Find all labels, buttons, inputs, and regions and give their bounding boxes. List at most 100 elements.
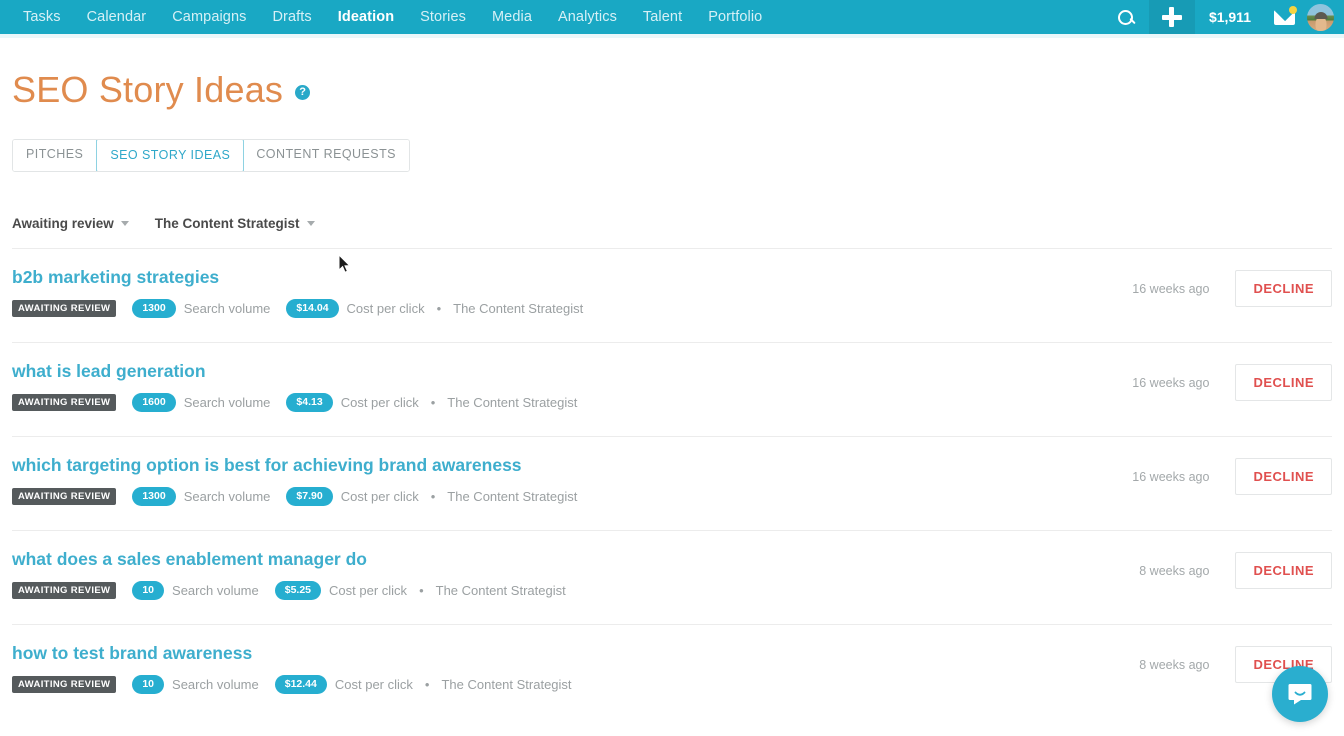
decline-button[interactable]: DECLINE	[1235, 270, 1332, 308]
row-main: which targeting option is best for achie…	[12, 455, 1132, 506]
status-badge: AWAITING REVIEW	[12, 299, 117, 318]
notification-dot-icon	[1289, 6, 1297, 14]
row-actions: 16 weeks ago DECLINE	[1132, 455, 1332, 496]
chat-launcher-button[interactable]	[1272, 666, 1328, 722]
cost-per-click-pill: $4.13	[286, 393, 333, 412]
nav-right-cluster: $1,911	[1103, 0, 1344, 34]
story-idea-title-link[interactable]: what does a sales enablement manager do	[12, 549, 367, 570]
tab-seo-story-ideas[interactable]: SEO STORY IDEAS	[96, 140, 245, 172]
plus-icon	[1161, 7, 1182, 27]
filter-bar: Awaiting review The Content Strategist	[12, 216, 1332, 231]
primary-nav-links: Tasks Calendar Campaigns Drafts Ideation Stor…	[10, 0, 775, 34]
search-volume-pill: 1600	[132, 393, 176, 412]
publication-label: The Content Strategist	[453, 301, 584, 317]
row-main: what is lead generation AWAITING REVIEW 16…	[12, 361, 1132, 412]
status-badge: AWAITING REVIEW	[12, 487, 117, 506]
story-ideas-list: b2b marketing strategies AWAITING REVIEW 1…	[12, 248, 1332, 718]
status-badge: AWAITING REVIEW	[12, 675, 117, 694]
status-badge: AWAITING REVIEW	[12, 393, 117, 412]
search-volume-label: Search volume	[172, 677, 259, 693]
page-title: SEO Story Ideas	[12, 69, 284, 110]
publication-label: The Content Strategist	[447, 395, 578, 411]
story-idea-row: how to test brand awareness AWAITING REVI…	[12, 624, 1332, 718]
story-idea-row: which targeting option is best for achie…	[12, 436, 1332, 530]
meta-separator: •	[430, 395, 436, 411]
tab-group: PITCHES SEO STORY IDEAS CONTENT REQUESTS	[12, 139, 410, 173]
cost-per-click-pill: $7.90	[286, 487, 333, 506]
search-icon	[1118, 9, 1134, 25]
cost-per-click-label: Cost per click	[334, 677, 413, 693]
row-timestamp: 16 weeks ago	[1132, 375, 1210, 390]
nav-link-stories[interactable]: Stories	[407, 0, 479, 34]
row-meta: AWAITING REVIEW 1300 Search volume $7.90 Cos…	[12, 487, 1132, 506]
search-volume-label: Search volume	[183, 395, 271, 411]
search-volume-pill: 10	[132, 675, 165, 694]
cost-per-click-label: Cost per click	[340, 395, 419, 411]
tab-pitches[interactable]: PITCHES	[13, 140, 98, 172]
publication-label: The Content Strategist	[435, 583, 566, 599]
nav-link-calendar[interactable]: Calendar	[74, 0, 160, 34]
cost-per-click-pill: $14.04	[286, 299, 339, 318]
meta-separator: •	[424, 677, 430, 693]
row-actions: 16 weeks ago DECLINE	[1132, 267, 1332, 308]
filter-label: The Content Strategist	[154, 216, 300, 232]
nav-link-tasks[interactable]: Tasks	[10, 0, 74, 34]
nav-link-media[interactable]: Media	[479, 0, 545, 34]
page-title-row: SEO Story Ideas ?	[12, 38, 1332, 110]
help-icon[interactable]: ?	[295, 85, 311, 101]
story-idea-title-link[interactable]: which targeting option is best for achie…	[12, 455, 522, 476]
meta-separator: •	[430, 489, 436, 505]
cost-per-click-label: Cost per click	[346, 301, 425, 317]
nav-link-campaigns[interactable]: Campaigns	[159, 0, 259, 34]
decline-button[interactable]: DECLINE	[1235, 552, 1332, 590]
nav-link-talent[interactable]: Talent	[630, 0, 695, 34]
cost-per-click-pill: $12.44	[274, 675, 327, 694]
row-meta: AWAITING REVIEW 10 Search volume $12.44 Cost…	[12, 675, 1139, 694]
story-idea-title-link[interactable]: b2b marketing strategies	[12, 267, 219, 288]
story-idea-title-link[interactable]: what is lead generation	[12, 361, 206, 382]
story-idea-row: what does a sales enablement manager do A…	[12, 530, 1332, 624]
row-actions: 8 weeks ago DECLINE	[1139, 549, 1332, 590]
row-meta: AWAITING REVIEW 10 Search volume $5.25 Cost …	[12, 581, 1139, 600]
filter-dropdown-1[interactable]: Awaiting review	[12, 216, 129, 231]
row-main: b2b marketing strategies AWAITING REVIEW 1…	[12, 267, 1132, 318]
cost-per-click-pill: $5.25	[274, 581, 322, 600]
decline-button[interactable]: DECLINE	[1235, 364, 1332, 402]
chevron-down-icon	[306, 221, 315, 227]
avatar[interactable]	[1307, 3, 1334, 31]
chat-bubble-icon	[1288, 684, 1312, 705]
chevron-down-icon	[120, 221, 129, 227]
account-balance[interactable]: $1,911	[1195, 0, 1265, 34]
row-meta: AWAITING REVIEW 1300 Search volume $14.04 Co…	[12, 299, 1132, 318]
story-idea-row: b2b marketing strategies AWAITING REVIEW 1…	[12, 248, 1332, 342]
row-timestamp: 8 weeks ago	[1139, 657, 1210, 672]
story-idea-title-link[interactable]: how to test brand awareness	[12, 643, 252, 664]
publication-label: The Content Strategist	[441, 677, 572, 693]
nav-link-analytics[interactable]: Analytics	[545, 0, 630, 34]
messages-button[interactable]	[1265, 0, 1303, 34]
tab-content-requests[interactable]: CONTENT REQUESTS	[243, 140, 409, 172]
row-meta: AWAITING REVIEW 1600 Search volume $4.13 Cos…	[12, 393, 1132, 412]
search-volume-label: Search volume	[183, 301, 271, 317]
nav-link-portfolio[interactable]: Portfolio	[695, 0, 775, 34]
top-navigation-bar: Tasks Calendar Campaigns Drafts Ideation Stor…	[0, 0, 1344, 34]
page-body: SEO Story Ideas ? PITCHES SEO STORY IDEAS…	[0, 38, 1344, 718]
search-volume-pill: 10	[132, 581, 165, 600]
nav-link-drafts[interactable]: Drafts	[259, 0, 324, 34]
cost-per-click-label: Cost per click	[340, 489, 419, 505]
row-timestamp: 16 weeks ago	[1132, 281, 1210, 296]
search-volume-pill: 1300	[132, 299, 176, 318]
cost-per-click-label: Cost per click	[329, 583, 408, 599]
meta-separator: •	[419, 583, 424, 599]
create-new-button[interactable]	[1148, 0, 1195, 34]
row-main: what does a sales enablement manager do A…	[12, 549, 1139, 600]
meta-separator: •	[436, 301, 442, 317]
status-badge: AWAITING REVIEW	[12, 581, 117, 600]
filter-dropdown-2[interactable]: The Content Strategist	[155, 216, 315, 231]
row-main: how to test brand awareness AWAITING REVI…	[12, 643, 1139, 694]
nav-link-ideation[interactable]: Ideation	[325, 0, 407, 34]
search-button[interactable]	[1103, 0, 1149, 34]
decline-button[interactable]: DECLINE	[1235, 458, 1332, 496]
filter-label: Awaiting review	[12, 216, 114, 232]
row-timestamp: 16 weeks ago	[1132, 469, 1210, 484]
